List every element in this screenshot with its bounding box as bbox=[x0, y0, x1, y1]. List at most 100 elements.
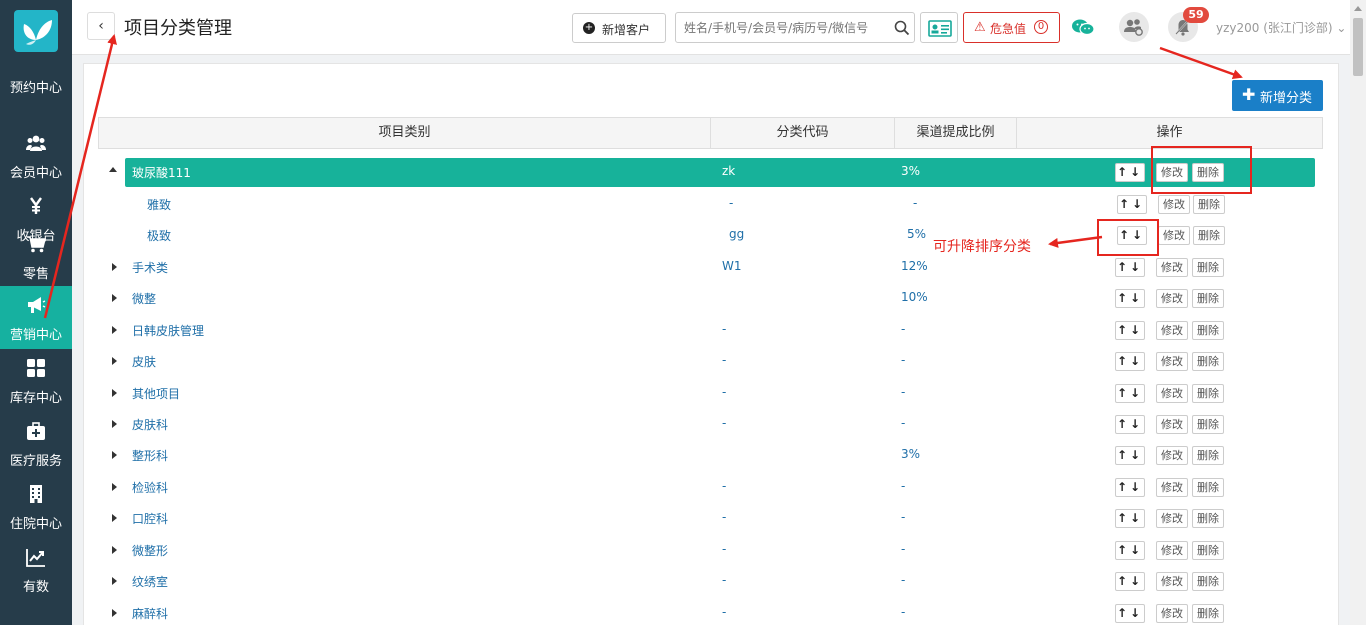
delete-button[interactable]: 删除 bbox=[1192, 415, 1224, 434]
table-row[interactable]: 整形科 3% ↑↓ 修改 删除 bbox=[98, 440, 1323, 471]
category-name[interactable]: 皮肤 bbox=[132, 353, 156, 370]
back-button[interactable]: ‹ bbox=[87, 12, 115, 40]
edit-button[interactable]: 修改 bbox=[1156, 289, 1188, 308]
sort-up-down-button[interactable]: ↑↓ bbox=[1115, 352, 1145, 371]
wechat-button[interactable] bbox=[1070, 12, 1096, 42]
table-row[interactable]: 皮肤科 - - ↑↓ 修改 删除 bbox=[98, 409, 1323, 440]
category-name[interactable]: 纹绣室 bbox=[132, 573, 168, 590]
sidebar-item-4[interactable]: 零售 bbox=[0, 225, 72, 288]
customer-search[interactable] bbox=[675, 12, 915, 43]
category-name[interactable]: 口腔科 bbox=[132, 510, 168, 527]
caret-right-icon[interactable] bbox=[112, 357, 117, 365]
edit-button[interactable]: 修改 bbox=[1156, 321, 1188, 340]
sidebar-item-9[interactable]: 有数 bbox=[0, 538, 72, 601]
category-name[interactable]: 雅致 bbox=[147, 196, 171, 213]
table-row[interactable]: 纹绣室 - - ↑↓ 修改 删除 bbox=[98, 566, 1323, 597]
category-name[interactable]: 整形科 bbox=[132, 447, 168, 464]
category-name[interactable]: 其他项目 bbox=[132, 385, 180, 402]
delete-button[interactable]: 删除 bbox=[1192, 289, 1224, 308]
caret-right-icon[interactable] bbox=[112, 326, 117, 334]
user-menu[interactable]: yzy200 (张江门诊部) ⌄ bbox=[1216, 19, 1346, 36]
table-row[interactable]: 口腔科 - - ↑↓ 修改 删除 bbox=[98, 503, 1323, 534]
add-customer-button[interactable]: + 新增客户 bbox=[572, 13, 666, 43]
table-row[interactable]: 检验科 - - ↑↓ 修改 删除 bbox=[98, 472, 1323, 503]
sidebar-item-8[interactable]: 住院中心 bbox=[0, 475, 72, 538]
sidebar-item-2[interactable]: 会员中心 bbox=[0, 124, 72, 187]
edit-button[interactable]: 修改 bbox=[1156, 384, 1188, 403]
caret-right-icon[interactable] bbox=[112, 577, 117, 585]
sort-up-down-button[interactable]: ↑↓ bbox=[1115, 541, 1145, 560]
delete-button[interactable]: 删除 bbox=[1192, 572, 1224, 591]
category-name[interactable]: 检验科 bbox=[132, 479, 168, 496]
table-row[interactable]: 雅致 - - ↑↓ 修改 删除 bbox=[98, 189, 1323, 220]
page-scrollbar[interactable] bbox=[1350, 0, 1366, 625]
table-row[interactable]: 微整 10% ↑↓ 修改 删除 bbox=[98, 283, 1323, 314]
sort-up-down-button[interactable]: ↑↓ bbox=[1115, 321, 1145, 340]
sort-up-down-button[interactable]: ↑↓ bbox=[1115, 478, 1145, 497]
edit-button[interactable]: 修改 bbox=[1156, 415, 1188, 434]
caret-right-icon[interactable] bbox=[112, 483, 117, 491]
edit-button[interactable]: 修改 bbox=[1156, 604, 1188, 623]
sort-up-down-button[interactable]: ↑↓ bbox=[1117, 195, 1147, 214]
sidebar-item-7[interactable]: 医疗服务 bbox=[0, 412, 72, 475]
delete-button[interactable]: 删除 bbox=[1193, 195, 1225, 214]
caret-right-icon[interactable] bbox=[112, 514, 117, 522]
app-logo[interactable] bbox=[14, 10, 58, 52]
edit-button[interactable]: 修改 bbox=[1156, 541, 1188, 560]
sort-up-down-button[interactable]: ↑↓ bbox=[1115, 163, 1145, 182]
edit-button[interactable]: 修改 bbox=[1156, 258, 1188, 277]
table-row[interactable]: 玻尿酸111 zk 3% ↑↓ 修改 删除 bbox=[98, 157, 1323, 188]
category-name[interactable]: 日韩皮肤管理 bbox=[132, 322, 204, 339]
critical-value-button[interactable]: ⚠ 危急值 0 bbox=[963, 12, 1060, 43]
caret-right-icon[interactable] bbox=[112, 546, 117, 554]
sort-up-down-button[interactable]: ↑↓ bbox=[1115, 415, 1145, 434]
delete-button[interactable]: 删除 bbox=[1192, 509, 1224, 528]
caret-right-icon[interactable] bbox=[112, 451, 117, 459]
edit-button[interactable]: 修改 bbox=[1156, 478, 1188, 497]
caret-right-icon[interactable] bbox=[112, 609, 117, 617]
caret-right-icon[interactable] bbox=[112, 263, 117, 271]
sort-up-down-button[interactable]: ↑↓ bbox=[1115, 509, 1145, 528]
sidebar-item-1[interactable]: 预约中心 bbox=[0, 61, 72, 124]
category-name[interactable]: 玻尿酸111 bbox=[132, 164, 191, 181]
add-category-button[interactable]: ✚ 新增分类 bbox=[1232, 80, 1323, 111]
sort-up-down-button[interactable]: ↑↓ bbox=[1115, 572, 1145, 591]
table-row[interactable]: 麻醉科 - - ↑↓ 修改 删除 bbox=[98, 598, 1323, 625]
caret-down-icon[interactable] bbox=[109, 167, 117, 172]
category-name[interactable]: 微整形 bbox=[132, 542, 168, 559]
table-row[interactable]: 手术类 W1 12% ↑↓ 修改 删除 bbox=[98, 252, 1323, 283]
edit-button[interactable]: 修改 bbox=[1156, 509, 1188, 528]
table-row[interactable]: 日韩皮肤管理 - - ↑↓ 修改 删除 bbox=[98, 315, 1323, 346]
category-name[interactable]: 麻醉科 bbox=[132, 605, 168, 622]
caret-right-icon[interactable] bbox=[112, 389, 117, 397]
delete-button[interactable]: 删除 bbox=[1192, 604, 1224, 623]
sort-up-down-button[interactable]: ↑↓ bbox=[1115, 604, 1145, 623]
edit-button[interactable]: 修改 bbox=[1156, 446, 1188, 465]
delete-button[interactable]: 删除 bbox=[1192, 384, 1224, 403]
table-row[interactable]: 其他项目 - - ↑↓ 修改 删除 bbox=[98, 378, 1323, 409]
sort-up-down-button[interactable]: ↑↓ bbox=[1115, 446, 1145, 465]
category-name[interactable]: 手术类 bbox=[132, 259, 168, 276]
edit-button[interactable]: 修改 bbox=[1156, 572, 1188, 591]
delete-button[interactable]: 删除 bbox=[1193, 226, 1225, 245]
delete-button[interactable]: 删除 bbox=[1192, 258, 1224, 277]
category-name[interactable]: 极致 bbox=[147, 227, 171, 244]
sidebar-item-5[interactable]: 营销中心 bbox=[0, 286, 72, 349]
caret-right-icon[interactable] bbox=[112, 294, 117, 302]
edit-button[interactable]: 修改 bbox=[1156, 352, 1188, 371]
team-button[interactable] bbox=[1119, 12, 1149, 42]
sort-up-down-button[interactable]: ↑↓ bbox=[1115, 384, 1145, 403]
delete-button[interactable]: 删除 bbox=[1192, 446, 1224, 465]
delete-button[interactable]: 删除 bbox=[1192, 478, 1224, 497]
sort-up-down-button[interactable]: ↑↓ bbox=[1115, 289, 1145, 308]
category-name[interactable]: 皮肤科 bbox=[132, 416, 168, 433]
sidebar-item-6[interactable]: 库存中心 bbox=[0, 349, 72, 412]
category-name[interactable]: 微整 bbox=[132, 290, 156, 307]
delete-button[interactable]: 删除 bbox=[1192, 541, 1224, 560]
delete-button[interactable]: 删除 bbox=[1192, 321, 1224, 340]
caret-right-icon[interactable] bbox=[112, 420, 117, 428]
edit-button[interactable]: 修改 bbox=[1158, 226, 1190, 245]
search-icon[interactable] bbox=[894, 20, 910, 36]
delete-button[interactable]: 删除 bbox=[1192, 352, 1224, 371]
edit-button[interactable]: 修改 bbox=[1158, 195, 1190, 214]
